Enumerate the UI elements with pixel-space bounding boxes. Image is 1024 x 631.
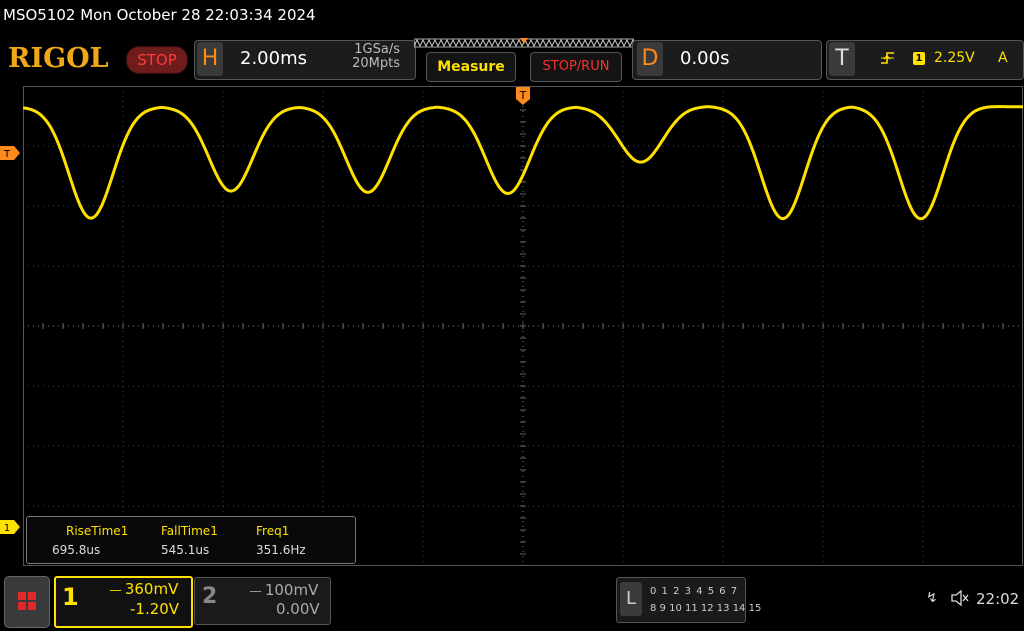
waveform-grid[interactable] bbox=[23, 86, 1023, 566]
grid-menu-icon bbox=[18, 592, 36, 610]
ch1-marker-label: 1 bbox=[4, 523, 10, 534]
meas-value-falltime: 545.1us bbox=[161, 543, 210, 557]
timebase-value: 2.00ms bbox=[240, 48, 307, 69]
trigger-mode: A bbox=[998, 50, 1008, 66]
trigger-letter: T bbox=[829, 42, 855, 76]
ch1-number: 1 bbox=[62, 583, 79, 611]
meas-value-freq: 351.6Hz bbox=[256, 543, 306, 557]
delay-value: 0.00s bbox=[680, 48, 730, 69]
dc-coupling-icon: ── bbox=[110, 586, 121, 597]
trigger-source-badge: 1 bbox=[913, 52, 925, 65]
ch2-number: 2 bbox=[202, 584, 218, 609]
device-title: MSO5102 Mon October 28 22:03:34 2024 bbox=[3, 6, 316, 24]
ch2-offset: 0.00V bbox=[276, 600, 320, 618]
speaker-muted-icon[interactable] bbox=[950, 589, 970, 607]
ch1-scale-value: 360mV bbox=[124, 580, 179, 598]
trigger-top-label: T bbox=[519, 89, 527, 102]
ch2-scale-value: 100mV bbox=[264, 581, 319, 599]
horizontal-letter: H bbox=[197, 42, 223, 76]
measure-button[interactable]: Measure bbox=[426, 52, 516, 82]
logic-channels-row2: 8 9 10 11 12 13 14 15 bbox=[650, 603, 762, 614]
trigger-level: 2.25V bbox=[934, 50, 975, 66]
ch1-ground-marker[interactable]: 1 bbox=[0, 520, 22, 534]
trigger-level-marker[interactable]: T bbox=[0, 146, 22, 160]
clock-time: 22:02 bbox=[976, 590, 1020, 608]
delay-letter: D bbox=[637, 42, 663, 76]
meas-value-risetime: 695.8us bbox=[52, 543, 101, 557]
trigger-left-label: T bbox=[3, 149, 11, 160]
run-state-button[interactable]: STOP bbox=[126, 46, 188, 74]
ch1-offset: -1.20V bbox=[130, 600, 180, 618]
ch1-scale: ── 360mV bbox=[110, 580, 178, 598]
logic-channels-row1: 0 1 2 3 4 5 6 7 bbox=[650, 586, 739, 597]
ch2-scale: ── 100mV bbox=[250, 581, 318, 599]
rising-edge-icon bbox=[881, 52, 894, 64]
rigol-logo: RIGOL bbox=[8, 43, 109, 74]
logic-analyzer-letter: L bbox=[620, 582, 642, 616]
trigger-position-marker[interactable]: T bbox=[516, 87, 530, 109]
usb-icon: ↯ bbox=[926, 590, 938, 606]
measurement-panel[interactable]: RiseTime1 695.8us FallTime1 545.1us Freq… bbox=[26, 516, 356, 564]
memory-position-strip[interactable] bbox=[414, 38, 634, 48]
meas-name-freq: Freq1 bbox=[256, 524, 290, 538]
grid-lines bbox=[23, 86, 1023, 566]
stop-run-button[interactable]: STOP/RUN bbox=[530, 52, 622, 82]
meas-name-falltime: FallTime1 bbox=[161, 524, 218, 538]
meas-name-risetime: RiseTime1 bbox=[66, 524, 129, 538]
dc-coupling-icon: ── bbox=[250, 587, 261, 598]
main-menu-button[interactable] bbox=[4, 576, 50, 628]
sample-info: 1GSa/s 20Mpts bbox=[330, 43, 400, 71]
sample-rate: 1GSa/s bbox=[354, 42, 400, 57]
trigger-panel[interactable] bbox=[826, 40, 1024, 80]
memory-depth: 20Mpts bbox=[352, 56, 400, 71]
